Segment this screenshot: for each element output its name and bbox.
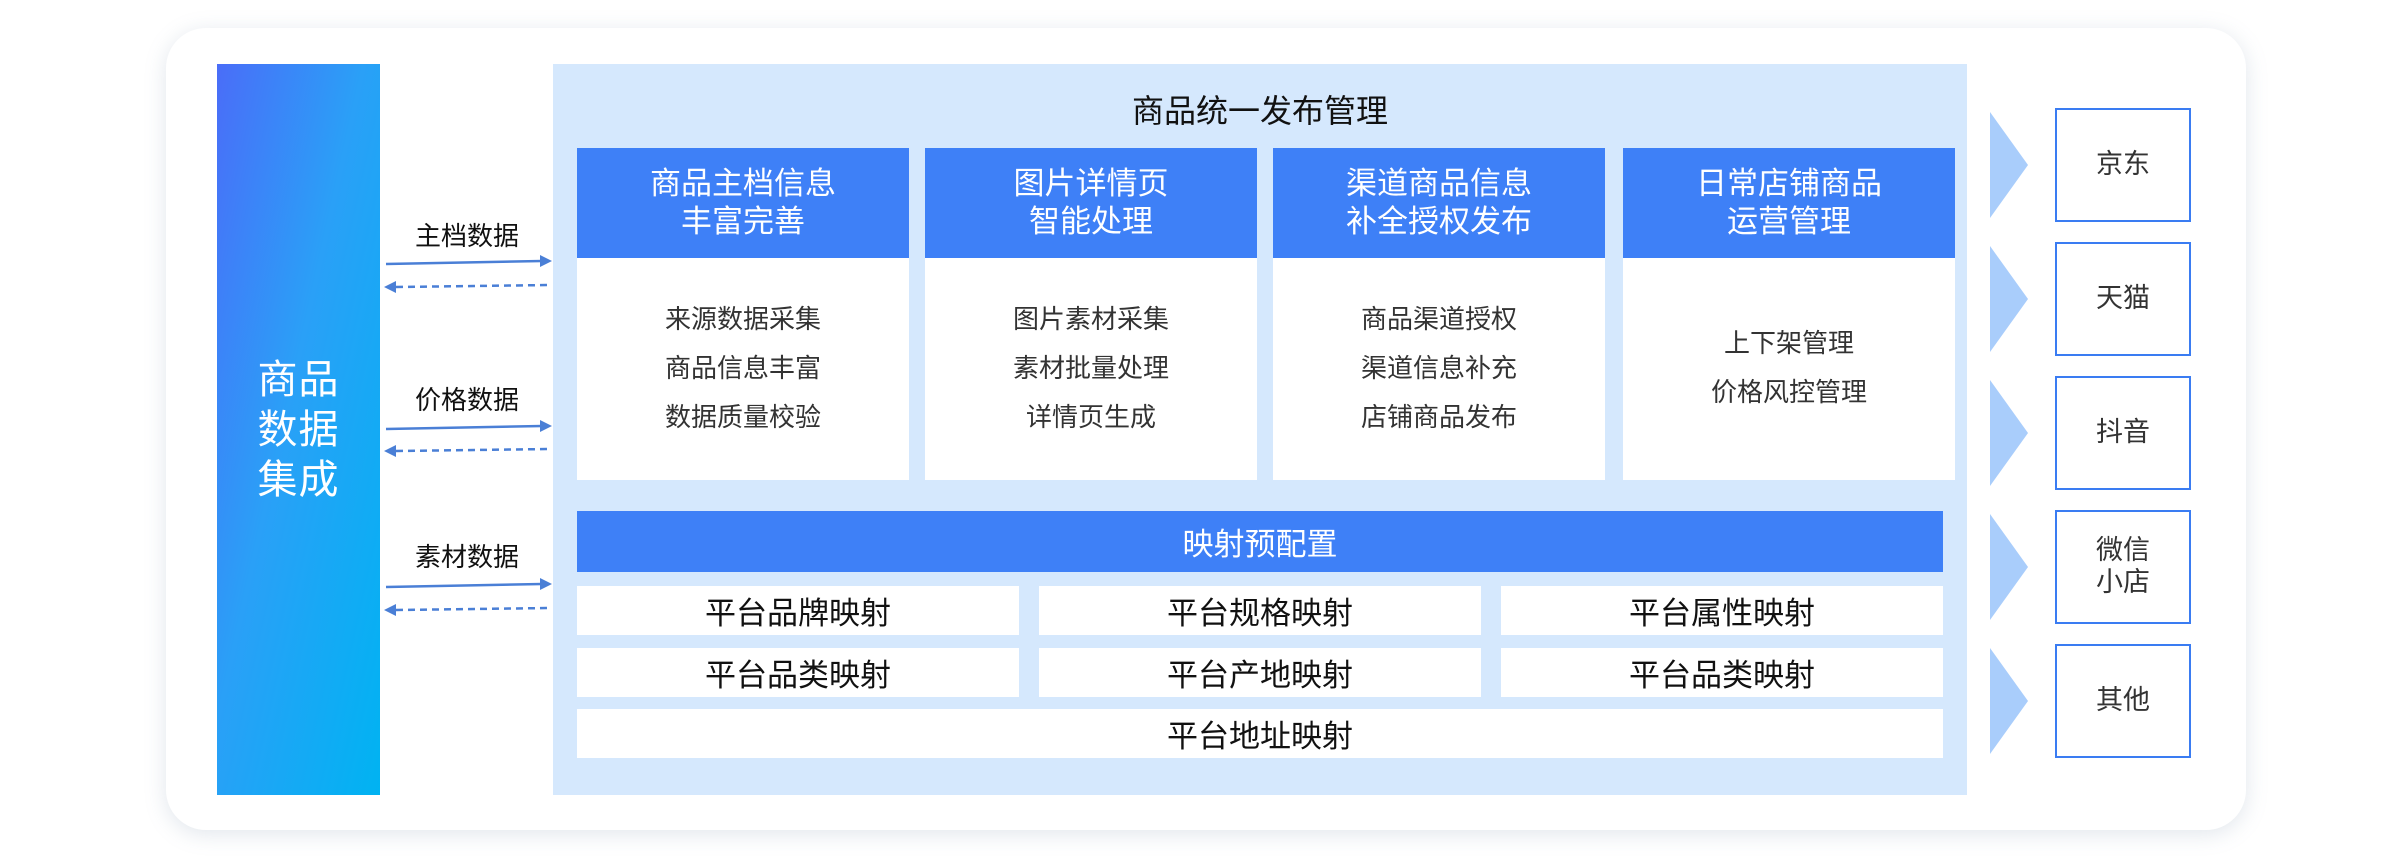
module-item: 素材批量处理 — [1012, 353, 1169, 384]
chevron-right-icon — [1990, 246, 2028, 352]
module-title-line: 丰富完善 — [681, 204, 805, 240]
flow-arrows — [384, 255, 552, 293]
channel-box: 天猫 — [2055, 242, 2191, 356]
mapping-cell: 平台品牌映射 — [577, 586, 1019, 635]
module-title-line: 渠道商品信息 — [1346, 166, 1532, 202]
module-body: 图片素材采集 素材批量处理 详情页生成 — [925, 258, 1257, 480]
channel-box: 抖音 — [2055, 376, 2191, 490]
module-item: 价格风控管理 — [1710, 378, 1867, 408]
module-header: 日常店铺商品 运营管理 — [1623, 148, 1955, 258]
source-title: 商品数据集成 — [257, 356, 340, 503]
module-title-line: 运营管理 — [1727, 204, 1851, 240]
mapping-header: 映射预配置 — [577, 511, 1943, 572]
source-block: 商品数据集成 — [217, 64, 380, 795]
chevron-right-icon — [1990, 648, 2028, 754]
module-body: 来源数据采集 商品信息丰富 数据质量校验 — [577, 258, 909, 480]
module-title-line: 智能处理 — [1029, 204, 1153, 240]
mapping-cell: 平台属性映射 — [1501, 586, 1943, 635]
flow-master-data: 主档数据 — [382, 210, 552, 300]
channel-label: 其他 — [2096, 685, 2150, 716]
module-item: 来源数据采集 — [664, 304, 821, 335]
module-title-line: 图片详情页 — [1013, 166, 1169, 202]
channel-box: 其他 — [2055, 644, 2191, 758]
chevron-right-icon — [1990, 112, 2028, 218]
mapping-cell: 平台地址映射 — [577, 709, 1943, 758]
module-item: 商品信息丰富 — [664, 353, 821, 384]
module-item: 上下架管理 — [1723, 329, 1854, 359]
module-item: 详情页生成 — [1025, 402, 1156, 433]
module-item: 图片素材采集 — [1012, 304, 1169, 335]
mapping-cell: 平台规格映射 — [1039, 586, 1481, 635]
channel-item: 微信小店 — [1990, 510, 2210, 624]
module-header: 图片详情页 智能处理 — [925, 148, 1257, 258]
module-item: 数据质量校验 — [664, 402, 821, 433]
flow-arrows — [384, 578, 552, 616]
channel-item: 天猫 — [1990, 242, 2210, 356]
module-item: 店铺商品发布 — [1360, 402, 1517, 433]
module-store-operations: 日常店铺商品 运营管理 上下架管理 价格风控管理 — [1623, 148, 1955, 480]
module-title-line: 日常店铺商品 — [1696, 166, 1882, 202]
module-channel-info: 渠道商品信息 补全授权发布 商品渠道授权 渠道信息补充 店铺商品发布 — [1273, 148, 1605, 480]
channel-box: 京东 — [2055, 108, 2191, 222]
channel-label: 天猫 — [2096, 283, 2150, 314]
channel-label: 京东 — [2096, 149, 2150, 180]
module-body: 商品渠道授权 渠道信息补充 店铺商品发布 — [1273, 258, 1605, 480]
module-title-line: 补全授权发布 — [1346, 204, 1532, 240]
channel-label: 微信小店 — [2096, 535, 2150, 598]
chevron-right-icon — [1990, 514, 2028, 620]
flow-arrows — [384, 420, 552, 457]
module-body: 上下架管理 价格风控管理 — [1623, 258, 1955, 480]
channel-item: 其他 — [1990, 644, 2210, 758]
flow-asset-data: 素材数据 — [382, 531, 552, 621]
flow-price-data: 价格数据 — [382, 374, 552, 464]
module-image-detail: 图片详情页 智能处理 图片素材采集 素材批量处理 详情页生成 — [925, 148, 1257, 480]
mapping-cell: 平台品类映射 — [1501, 648, 1943, 697]
module-item: 渠道信息补充 — [1360, 353, 1517, 384]
module-header: 商品主档信息 丰富完善 — [577, 148, 909, 258]
mapping-cell: 平台产地映射 — [1039, 648, 1481, 697]
channel-label: 抖音 — [2096, 417, 2150, 448]
module-item: 商品渠道授权 — [1360, 304, 1517, 335]
channel-box: 微信小店 — [2055, 510, 2191, 624]
publish-management-panel: 商品统一发布管理 商品主档信息 丰富完善 来源数据采集 商品信息丰富 数据质量校… — [553, 64, 1967, 795]
module-header: 渠道商品信息 补全授权发布 — [1273, 148, 1605, 258]
panel-title: 商品统一发布管理 — [1131, 92, 1388, 130]
channel-item: 京东 — [1990, 108, 2210, 222]
module-master-info: 商品主档信息 丰富完善 来源数据采集 商品信息丰富 数据质量校验 — [577, 148, 909, 480]
channel-item: 抖音 — [1990, 376, 2210, 490]
mapping-cell: 平台品类映射 — [577, 648, 1019, 697]
module-title-line: 商品主档信息 — [650, 166, 836, 202]
chevron-right-icon — [1990, 380, 2028, 486]
